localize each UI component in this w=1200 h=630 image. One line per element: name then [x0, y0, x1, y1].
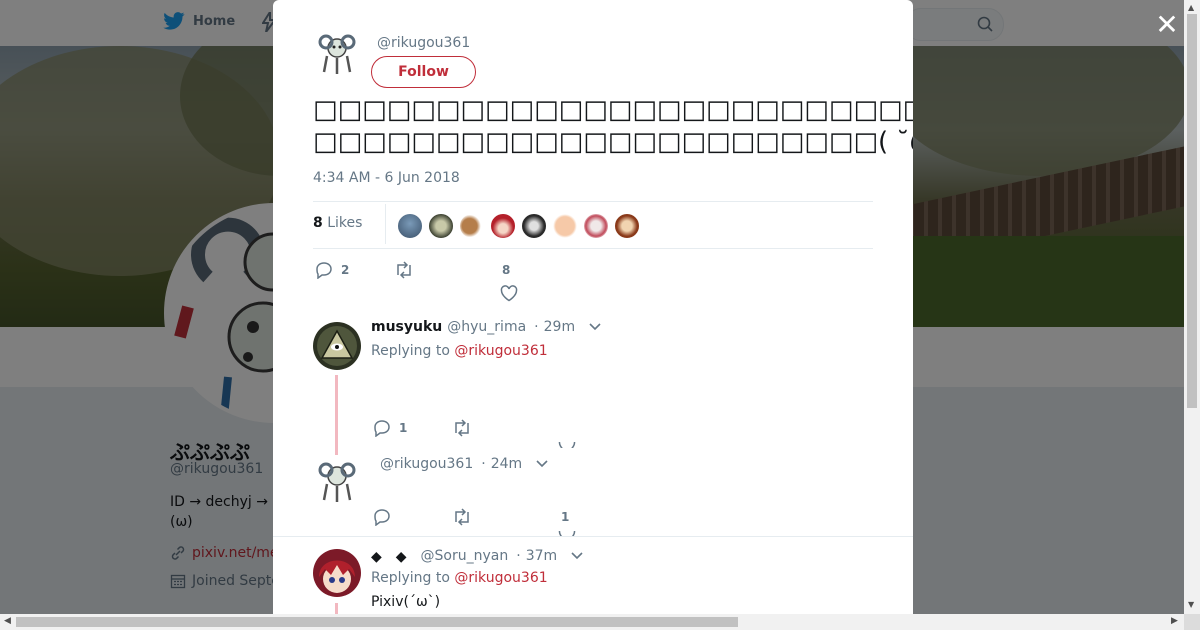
tweet-modal: @rikugou361 Follow □□□□□□□□□□□□□□□□□□□□□…	[273, 0, 913, 614]
thread-line	[335, 603, 338, 614]
like-count-label: 8	[502, 263, 511, 277]
scrollbar-corner	[1184, 614, 1200, 630]
reply-action[interactable]	[373, 508, 399, 526]
reply-author-handle[interactable]: @rikugou361	[380, 456, 473, 472]
liker-avatar[interactable]	[552, 213, 578, 239]
like-action[interactable]	[558, 442, 576, 448]
reply-author-handle[interactable]: @hyu_rima	[447, 319, 526, 335]
close-icon[interactable]: ✕	[1154, 11, 1180, 39]
reply-icon	[374, 509, 390, 526]
separator-dot: ·	[481, 456, 486, 472]
chevron-down-icon[interactable]	[571, 548, 583, 564]
retweet-action[interactable]	[452, 508, 472, 526]
stats-divider	[385, 204, 386, 244]
chevron-down-icon[interactable]	[536, 456, 548, 472]
tweet-text-line2: □□□□□□□□□□□□□□□□□□□□□□□( ˘ω˘)	[313, 127, 913, 157]
scroll-right-arrow-icon[interactable]: ▶	[1171, 616, 1178, 626]
reply-time[interactable]: 24m	[491, 456, 522, 472]
horizontal-scroll-thumb[interactable]	[16, 617, 738, 627]
likers-avatars	[397, 213, 640, 239]
separator-dot: ·	[534, 319, 539, 335]
retweet-action[interactable]	[452, 419, 472, 437]
reply-count: 1	[399, 421, 408, 435]
retweet-icon	[455, 419, 469, 437]
heart-icon	[500, 285, 518, 302]
liker-avatar[interactable]	[521, 213, 547, 239]
retweet-icon	[455, 508, 469, 526]
like-action[interactable]	[500, 285, 518, 302]
liker-avatar[interactable]	[459, 213, 485, 239]
scroll-left-arrow-icon[interactable]: ◀	[4, 616, 11, 626]
replying-to: Replying to @rikugou361	[371, 570, 548, 586]
reply-action[interactable]: 2	[315, 261, 349, 279]
replying-to-link[interactable]: @rikugou361	[454, 343, 547, 359]
replying-prefix: Replying to	[371, 570, 455, 586]
separator-dot: ·	[516, 548, 521, 564]
liker-avatar[interactable]	[428, 213, 454, 239]
author-avatar[interactable]	[313, 30, 361, 78]
vertical-scroll-thumb[interactable]	[1187, 14, 1197, 408]
follow-button[interactable]: Follow	[371, 56, 476, 88]
liker-avatar[interactable]	[583, 213, 609, 239]
likes-label: Likes	[322, 215, 363, 231]
liker-avatar[interactable]	[614, 213, 640, 239]
thread-divider	[273, 536, 913, 537]
reply-count: 2	[341, 263, 350, 277]
vertical-scrollbar[interactable]: ▲ ▼	[1184, 0, 1200, 614]
reply-author-name[interactable]: ◆ ◆	[371, 546, 407, 566]
heart-icon	[558, 442, 576, 448]
scroll-down-arrow-icon[interactable]: ▼	[1188, 600, 1194, 609]
reply-avatar[interactable]	[313, 549, 361, 597]
reply-avatar[interactable]	[313, 458, 361, 506]
likes-count: 8	[313, 215, 323, 231]
likes-stat[interactable]: 8 Likes	[313, 215, 362, 231]
tweet-text-line1: □□□□□□□□□□□□□□□□□□□□□□□□□□□□□□□□□□□□□□□□…	[313, 95, 913, 125]
reply-header: ◆ ◆ @Soru_nyan · 37m	[371, 546, 583, 566]
tweet-stats: 8 Likes	[313, 201, 873, 249]
replying-to: Replying to @rikugou361	[371, 343, 548, 359]
liker-avatar[interactable]	[490, 213, 516, 239]
horizontal-scrollbar[interactable]: ◀ ▶	[0, 614, 1184, 630]
like-count-label: 1	[561, 510, 570, 524]
tweet-text: □□□□□□□□□□□□□□□□□□□□□□□□ □□□□□□□□□□□□□□□□…	[313, 94, 913, 158]
tweet-timestamp[interactable]: 4:34 AM - 6 Jun 2018	[313, 170, 460, 186]
reply-author-handle[interactable]: @Soru_nyan	[421, 548, 509, 564]
author-handle[interactable]: @rikugou361	[377, 35, 470, 51]
reply-action[interactable]: 1	[373, 419, 407, 437]
reply-icon	[374, 420, 390, 437]
chevron-down-icon[interactable]	[589, 319, 601, 335]
replying-prefix: Replying to	[371, 343, 455, 359]
reply-author-name[interactable]: musyuku	[371, 319, 442, 335]
thread-line	[335, 375, 338, 455]
replying-to-link[interactable]: @rikugou361	[454, 570, 547, 586]
scroll-up-arrow-icon[interactable]: ▲	[1188, 3, 1194, 12]
retweet-icon	[397, 261, 411, 279]
reply-header: @rikugou361 · 24m	[375, 456, 548, 472]
reply-time[interactable]: 29m	[544, 319, 575, 335]
reply-text: Pixiv(´ω`)	[371, 594, 441, 610]
liker-avatar[interactable]	[397, 213, 423, 239]
reply-avatar[interactable]	[313, 322, 361, 370]
reply-icon	[316, 262, 332, 279]
reply-header: musyuku @hyu_rima · 29m	[371, 319, 601, 335]
reply-time[interactable]: 37m	[526, 548, 557, 564]
retweet-action[interactable]	[394, 261, 422, 279]
